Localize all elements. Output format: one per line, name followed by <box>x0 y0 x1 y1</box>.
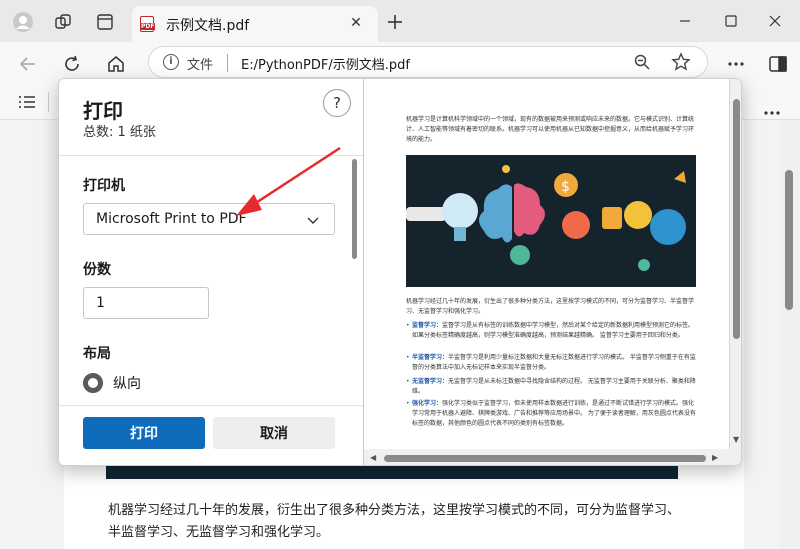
preview-item-term: 无监督学习： <box>412 378 449 385</box>
address-scheme-label: 文件 <box>187 58 214 73</box>
preview-item-text: 无监督学习是从未标注数据中寻找隐含结构的过程。 无监督学习主要用于关联分析、聚类… <box>412 378 696 395</box>
more-options-icon[interactable] <box>722 50 750 78</box>
bullet-icon: • <box>406 322 410 329</box>
print-dialog: 打印 总数: 1 纸张 ? 打印机 Microsoft Print to PDF… <box>58 78 742 466</box>
sidebar-toggle-icon[interactable] <box>764 50 792 78</box>
maximize-icon[interactable] <box>716 9 746 33</box>
header-divider <box>59 155 363 156</box>
preview-list-item: • 半监督学习：半监督学习是利用少量标注数据和大量无标注数据进行学习的模式。 半… <box>406 353 696 373</box>
tab-title: 示例文档.pdf <box>166 18 250 34</box>
new-tab-icon[interactable] <box>382 9 408 35</box>
address-url[interactable]: E:/PythonPDF/示例文档.pdf <box>241 54 410 73</box>
print-settings-panel: 打印 总数: 1 纸张 ? 打印机 Microsoft Print to PDF… <box>59 79 363 465</box>
preview-list-item: • 监督学习：监督学习是从有标签的训练数据中学习模型，然后对某个给定的新数据利用… <box>406 321 696 341</box>
preview-horizontal-thumb[interactable] <box>384 455 706 462</box>
address-separator <box>227 54 228 72</box>
pdf-file-icon: PDF <box>140 16 156 32</box>
zoom-icon[interactable] <box>633 53 651 75</box>
preview-item-term: 强化学习： <box>412 400 443 407</box>
sheet-count: 总数: 1 纸张 <box>83 125 156 140</box>
cancel-button[interactable]: 取消 <box>213 417 335 449</box>
page-scrollbar-thumb[interactable] <box>785 170 793 310</box>
scroll-down-icon[interactable]: ▼ <box>733 435 739 444</box>
printer-selected-value: Microsoft Print to PDF <box>96 211 247 227</box>
home-icon[interactable] <box>102 50 130 78</box>
pdf-more-icon[interactable] <box>764 100 780 119</box>
copies-label: 份数 <box>83 262 111 278</box>
pdf-toolbar-divider <box>48 92 49 112</box>
profile-icon[interactable] <box>10 9 36 35</box>
preview-item-text: 半监督学习是利用少量标注数据和大量无标注数据进行学习的模式。 半监督学习侧重于在… <box>412 354 696 371</box>
bullet-icon: • <box>406 354 410 361</box>
close-window-icon[interactable] <box>760 9 790 33</box>
tab-bar: PDF 示例文档.pdf ✕ <box>0 0 800 42</box>
bullet-icon: • <box>406 378 410 385</box>
layout-label: 布局 <box>83 346 111 362</box>
preview-list-item: • 无监督学习：无监督学习是从未标注数据中寻找隐含结构的过程。 无监督学习主要用… <box>406 377 696 397</box>
preview-item-text: 监督学习是从有标签的训练数据中学习模型，然后对某个给定的新数据利用模型预测它的标… <box>412 322 695 339</box>
site-info-icon[interactable]: i <box>163 54 179 70</box>
contents-icon[interactable] <box>18 94 36 113</box>
address-bar[interactable]: i 文件 E:/PythonPDF/示例文档.pdf <box>148 46 708 78</box>
preview-vertical-thumb[interactable] <box>733 99 740 339</box>
favorite-star-icon[interactable] <box>671 52 691 76</box>
preview-page: 机器学习是计算机科学领域中的一个领域，现有的数据被用来预测或响应未来的数据。它与… <box>364 79 729 449</box>
portrait-radio[interactable] <box>83 373 103 393</box>
help-icon[interactable]: ? <box>323 89 351 117</box>
workspaces-icon[interactable] <box>50 9 76 35</box>
preview-illustration: $ <box>406 155 696 287</box>
preview-intro: 机器学习是计算机科学领域中的一个领域，现有的数据被用来预测或响应未来的数据。它与… <box>406 116 695 143</box>
preview-item-text: 强化学习类似于监督学习，但未使用样本数据进行训练，是通过不断试错进行学习的模式。… <box>412 400 696 427</box>
settings-scrollbar-thumb[interactable] <box>352 159 357 259</box>
pdf-page-paragraph: 机器学习经过几十年的发展，衍生出了很多种分类方法，这里按学习模式的不同，可分为监… <box>108 503 681 540</box>
print-button[interactable]: 打印 <box>83 417 205 449</box>
printer-label: 打印机 <box>83 178 125 194</box>
tab-active[interactable]: PDF 示例文档.pdf ✕ <box>132 6 378 42</box>
scroll-left-icon[interactable]: ◀ <box>370 453 376 462</box>
scroll-right-icon[interactable]: ▶ <box>712 453 718 462</box>
preview-list-item: • 强化学习：强化学习类似于监督学习，但未使用样本数据进行训练，是通过不断试错进… <box>406 399 696 429</box>
tab-close-icon[interactable]: ✕ <box>346 13 366 33</box>
chevron-down-icon <box>306 212 320 231</box>
copies-input[interactable] <box>83 287 209 319</box>
preview-item-term: 监督学习： <box>412 322 443 329</box>
tab-actions-icon[interactable] <box>92 9 118 35</box>
refresh-icon[interactable] <box>58 50 86 78</box>
buttons-divider <box>59 405 363 406</box>
preview-item-term: 半监督学习： <box>412 354 449 361</box>
print-preview-panel: 机器学习是计算机科学领域中的一个领域，现有的数据被用来预测或响应未来的数据。它与… <box>363 79 741 465</box>
svg-text:$: $ <box>561 179 570 195</box>
bullet-icon: • <box>406 400 410 407</box>
portrait-label[interactable]: 纵向 <box>113 373 141 393</box>
minimize-icon[interactable] <box>670 9 700 33</box>
printer-select[interactable]: Microsoft Print to PDF <box>83 203 335 235</box>
back-icon[interactable] <box>14 50 42 78</box>
preview-paragraph: 机器学习经过几十年的发展，衍生出了很多种分类方法，这里按学习模式的不同，可分为监… <box>406 298 695 315</box>
dialog-title: 打印 <box>83 99 123 123</box>
